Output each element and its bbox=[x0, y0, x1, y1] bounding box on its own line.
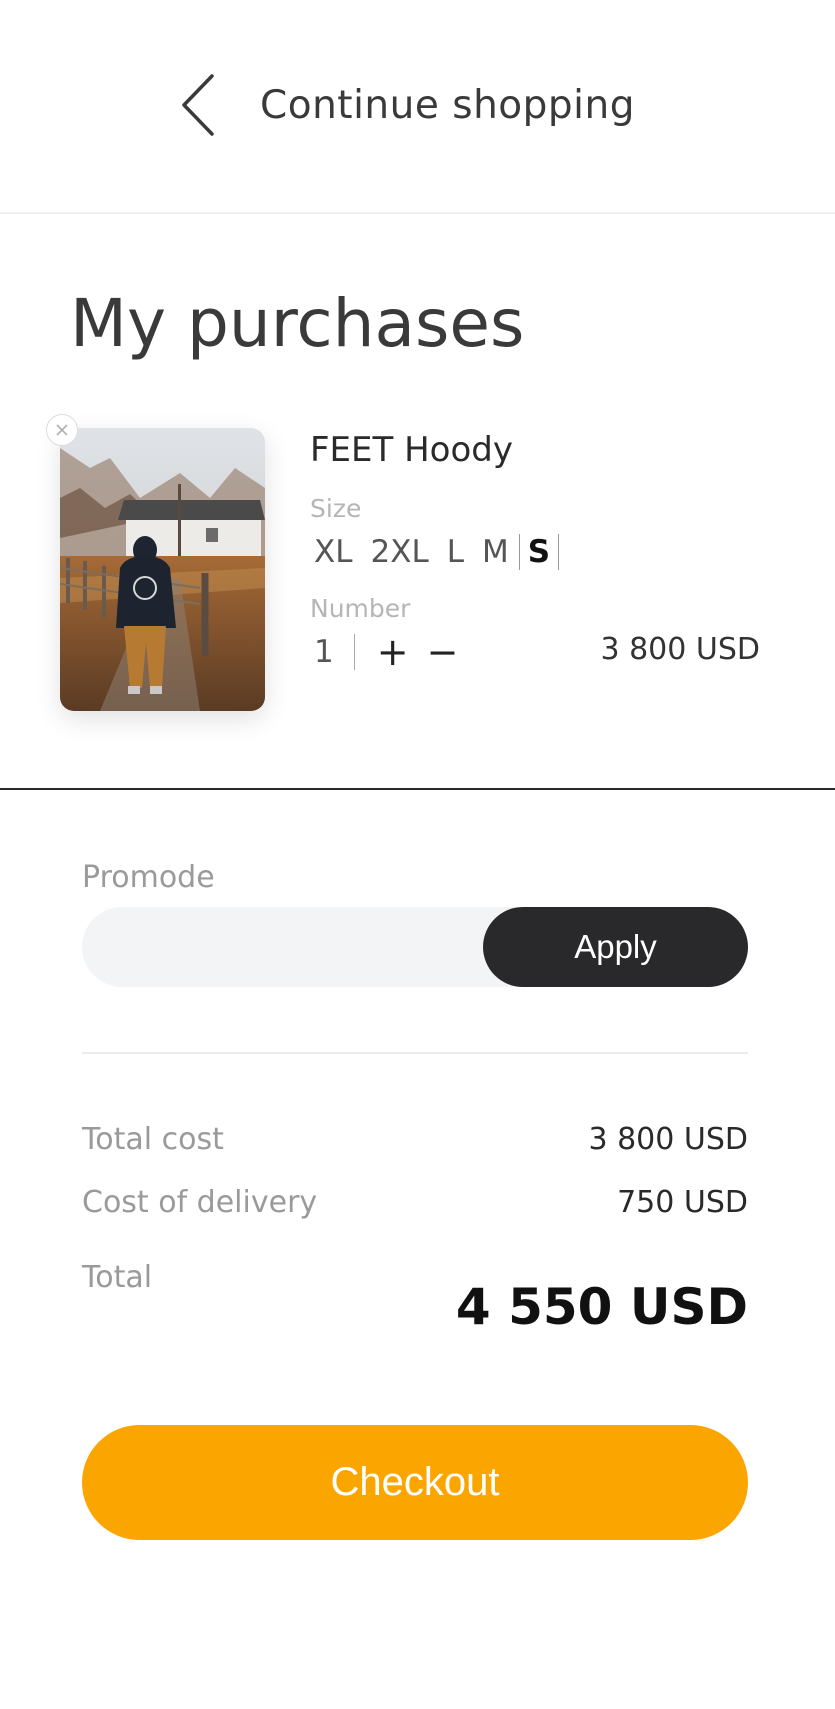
delivery-cost-value: 750 USD bbox=[617, 1185, 748, 1220]
continue-shopping-button[interactable]: Continue shopping bbox=[180, 70, 635, 140]
item-price: 3 800 USD bbox=[600, 632, 760, 667]
cart-item: FEET Hoody Size XL 2XL L M S Number 1 + … bbox=[0, 400, 835, 790]
product-photo bbox=[60, 428, 265, 711]
decrease-quantity-button[interactable]: − bbox=[427, 633, 459, 671]
product-image bbox=[60, 428, 265, 711]
chevron-left-icon bbox=[182, 74, 214, 136]
total-cost-value: 3 800 USD bbox=[588, 1122, 748, 1157]
total-label: Total bbox=[82, 1260, 153, 1295]
cart-panel: Continue shopping My purchases FEET Hood… bbox=[0, 0, 835, 1709]
total-value: 4 550 USD bbox=[455, 1278, 748, 1336]
total-cost-row: Total cost 3 800 USD bbox=[82, 1122, 748, 1157]
total-row: Total 4 550 USD bbox=[82, 1260, 748, 1336]
size-options: XL 2XL L M S bbox=[314, 530, 577, 574]
close-icon bbox=[56, 424, 68, 436]
continue-shopping-label: Continue shopping bbox=[260, 82, 635, 128]
size-option-s[interactable]: S bbox=[518, 534, 560, 570]
page-title: My purchases bbox=[70, 285, 525, 362]
promo-field-group: Apply bbox=[82, 907, 748, 987]
size-label: Size bbox=[310, 494, 362, 523]
apply-button[interactable]: Apply bbox=[483, 907, 748, 987]
remove-item-button[interactable] bbox=[46, 414, 78, 446]
quantity-stepper: 1 + − bbox=[314, 630, 476, 674]
total-cost-label: Total cost bbox=[82, 1122, 224, 1157]
size-option-2xl[interactable]: 2XL bbox=[371, 534, 429, 570]
size-option-l[interactable]: L bbox=[447, 534, 464, 570]
delivery-cost-label: Cost of delivery bbox=[82, 1185, 318, 1220]
divider bbox=[82, 1052, 748, 1054]
header: Continue shopping bbox=[0, 0, 835, 214]
quantity-value: 1 bbox=[314, 634, 355, 670]
checkout-button[interactable]: Checkout bbox=[82, 1425, 748, 1540]
promo-input[interactable] bbox=[82, 907, 482, 987]
increase-quantity-button[interactable]: + bbox=[377, 633, 409, 671]
product-name: FEET Hoody bbox=[310, 430, 513, 470]
number-label: Number bbox=[310, 594, 411, 623]
size-option-m[interactable]: M bbox=[482, 534, 509, 570]
delivery-cost-row: Cost of delivery 750 USD bbox=[82, 1185, 748, 1220]
size-option-xl[interactable]: XL bbox=[314, 534, 353, 570]
promo-label: Promode bbox=[82, 860, 215, 895]
